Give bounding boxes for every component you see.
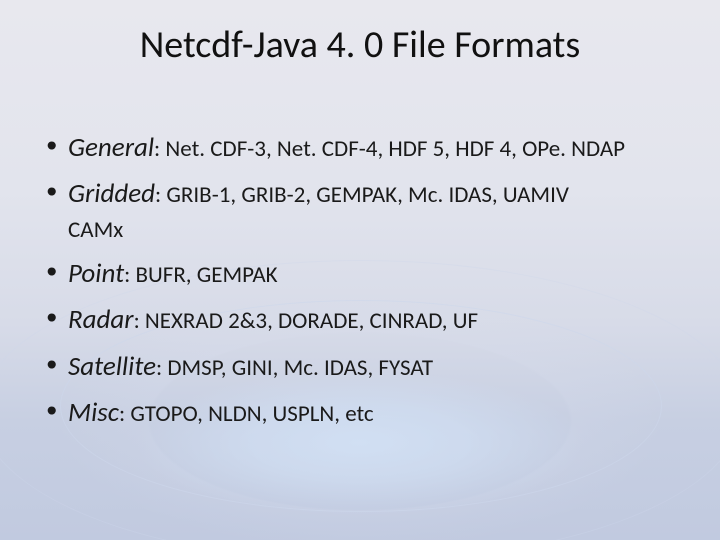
bullet-category: Radar <box>68 303 134 336</box>
bullet-subline: CAMx <box>68 215 680 246</box>
list-item: Point: BUFR, GEMPAK <box>40 256 680 292</box>
bullet-values: : GRIB-1, GRIB-2, GEMPAK, Mc. IDAS, UAMI… <box>155 181 569 209</box>
bullet-category: General <box>68 131 154 164</box>
bullet-category: Misc <box>68 396 119 429</box>
slide-body: General: Net. CDF-3, Net. CDF-4, HDF 5, … <box>40 130 680 442</box>
list-item: Gridded: GRIB-1, GRIB-2, GEMPAK, Mc. IDA… <box>40 176 680 245</box>
bullet-values: : Net. CDF-3, Net. CDF-4, HDF 5, HDF 4, … <box>154 135 625 163</box>
slide: Netcdf-Java 4. 0 File Formats General: N… <box>0 0 720 540</box>
bullet-category: Satellite <box>68 350 156 383</box>
slide-title: Netcdf-Java 4. 0 File Formats <box>0 22 720 68</box>
bullet-list: General: Net. CDF-3, Net. CDF-4, HDF 5, … <box>40 130 680 432</box>
list-item: General: Net. CDF-3, Net. CDF-4, HDF 5, … <box>40 130 680 166</box>
list-item: Misc: GTOPO, NLDN, USPLN, etc <box>40 395 680 431</box>
bullet-category: Point <box>68 257 124 290</box>
list-item: Radar: NEXRAD 2&3, DORADE, CINRAD, UF <box>40 302 680 338</box>
bullet-values: : DMSP, GINI, Mc. IDAS, FYSAT <box>156 354 433 382</box>
list-item: Satellite: DMSP, GINI, Mc. IDAS, FYSAT <box>40 349 680 385</box>
bullet-values: : NEXRAD 2&3, DORADE, CINRAD, UF <box>134 307 478 335</box>
bullet-values: : GTOPO, NLDN, USPLN, etc <box>119 400 374 428</box>
bullet-values: : BUFR, GEMPAK <box>124 261 277 289</box>
bullet-category: Gridded <box>68 177 155 210</box>
